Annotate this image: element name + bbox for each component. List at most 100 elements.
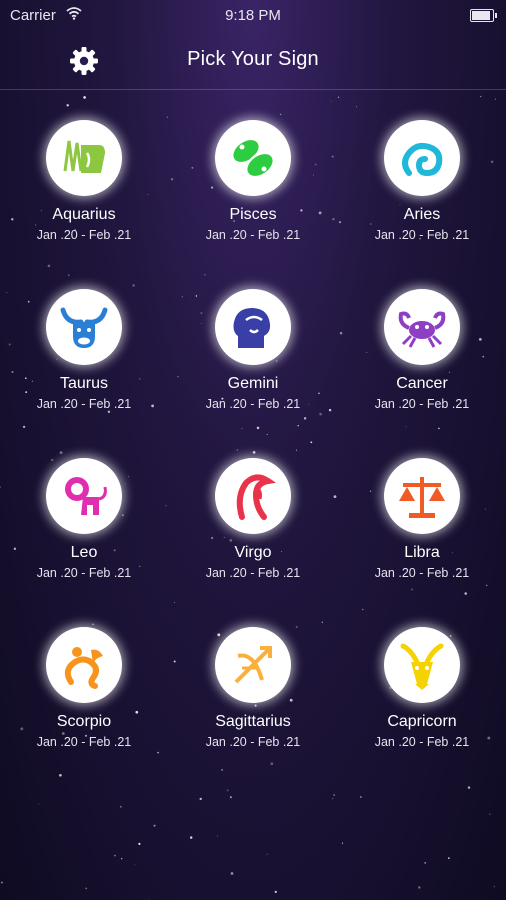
gemini-icon (233, 308, 271, 348)
sign-gemini[interactable]: Gemini Jan .20 - Feb .21 (169, 259, 337, 419)
sign-aries[interactable]: Aries Jan .20 - Feb .21 (338, 90, 506, 250)
sign-scorpio[interactable]: Scorpio Jan .20 - Feb .21 (0, 597, 168, 757)
sign-capricorn[interactable]: Capricorn Jan .20 - Feb .21 (338, 597, 506, 757)
status-time: 9:18 PM (225, 7, 281, 24)
star (230, 872, 234, 875)
star (121, 858, 123, 860)
sign-icon-circle (215, 120, 291, 196)
capricorn-icon (400, 643, 444, 690)
leo-icon (65, 477, 107, 515)
star (266, 853, 268, 855)
taurus-icon (60, 307, 108, 348)
sign-name: Cancer (396, 375, 448, 392)
star (38, 803, 40, 805)
sign-icon-circle (384, 120, 460, 196)
aquarius-icon (63, 140, 105, 173)
sign-sagittarius[interactable]: Sagittarius Jan .20 - Feb .21 (169, 597, 337, 757)
star (447, 857, 450, 859)
sign-icon-circle (384, 289, 460, 365)
sign-date-range: Jan .20 - Feb .21 (205, 228, 301, 242)
sign-icon-circle (215, 289, 291, 365)
sign-date-range: Jan .20 - Feb .21 (36, 397, 132, 411)
sign-name: Virgo (234, 544, 272, 561)
star (0, 881, 3, 884)
star (297, 424, 299, 427)
sign-name: Sagittarius (215, 713, 291, 730)
star (270, 762, 274, 766)
cancer-icon (398, 311, 446, 348)
sign-name: Aries (403, 206, 441, 223)
aries-icon (402, 142, 443, 177)
star (189, 836, 193, 839)
star (489, 813, 491, 815)
sign-icon-circle (46, 627, 122, 703)
sign-name: Scorpio (56, 713, 112, 730)
sign-icon-circle (215, 627, 291, 703)
sign-icon-circle (215, 458, 291, 534)
star (424, 862, 427, 864)
sign-leo[interactable]: Leo Jan .20 - Feb .21 (0, 428, 168, 588)
star (411, 588, 414, 591)
star (360, 796, 362, 798)
sign-date-range: Jan .20 - Feb .21 (36, 566, 132, 580)
sign-date-range: Jan .20 - Feb .21 (374, 566, 470, 580)
star (229, 796, 232, 799)
sign-date-range: Jan .20 - Feb .21 (205, 566, 301, 580)
sign-name: Libra (404, 544, 440, 561)
star (138, 842, 141, 846)
star (333, 794, 335, 796)
star (199, 797, 202, 801)
star (153, 824, 156, 827)
sagittarius-icon (234, 646, 272, 684)
sign-icon-circle (46, 289, 122, 365)
battery-level (472, 11, 491, 20)
sign-icon-circle (46, 458, 122, 534)
sign-date-range: Jan .20 - Feb .21 (205, 735, 301, 749)
sign-name: Taurus (59, 375, 109, 392)
sign-name: Pisces (229, 206, 277, 223)
sign-date-range: Jan .20 - Feb .21 (374, 228, 470, 242)
virgo-icon (236, 474, 276, 520)
sign-name: Aquarius (52, 206, 116, 223)
pisces-icon (233, 140, 273, 176)
sign-name: Capricorn (387, 713, 457, 730)
star (85, 887, 88, 890)
star (341, 842, 344, 844)
sign-name: Leo (70, 544, 98, 561)
sign-aquarius[interactable]: Aquarius Jan .20 - Feb .21 (0, 90, 168, 250)
sign-date-range: Jan .20 - Feb .21 (374, 735, 470, 749)
star (134, 864, 136, 866)
scorpio-icon (64, 647, 103, 689)
star (221, 769, 224, 771)
sign-date-range: Jan .20 - Feb .21 (36, 228, 132, 242)
star (216, 835, 218, 837)
sign-libra[interactable]: Libra Jan .20 - Feb .21 (338, 428, 506, 588)
star (464, 592, 467, 595)
star (114, 854, 116, 857)
sign-name: Gemini (227, 375, 279, 392)
sign-taurus[interactable]: Taurus Jan .20 - Feb .21 (0, 259, 168, 419)
libra-icon (399, 477, 445, 518)
status-bar: Carrier 9:18 PM (0, 0, 506, 32)
page-title: Pick Your Sign (187, 48, 319, 70)
sign-date-range: Jan .20 - Feb .21 (374, 397, 470, 411)
star (332, 797, 334, 800)
star (418, 886, 421, 889)
battery-icon (470, 9, 497, 22)
sign-icon-circle (384, 627, 460, 703)
star (226, 789, 229, 792)
star (59, 774, 62, 777)
sign-icon-circle (384, 458, 460, 534)
star (467, 786, 471, 789)
sign-pisces[interactable]: Pisces Jan .20 - Feb .21 (169, 90, 337, 250)
star (148, 898, 150, 900)
star (119, 805, 122, 808)
star (493, 886, 496, 888)
sign-virgo[interactable]: Virgo Jan .20 - Feb .21 (169, 428, 337, 588)
sign-icon-circle (46, 120, 122, 196)
sign-date-range: Jan .20 - Feb .21 (36, 735, 132, 749)
star (274, 890, 277, 894)
navigation-bar: Pick Your Sign (0, 32, 506, 90)
sign-cancer[interactable]: Cancer Jan .20 - Feb .21 (338, 259, 506, 419)
sign-date-range: Jan .20 - Feb .21 (205, 397, 301, 411)
